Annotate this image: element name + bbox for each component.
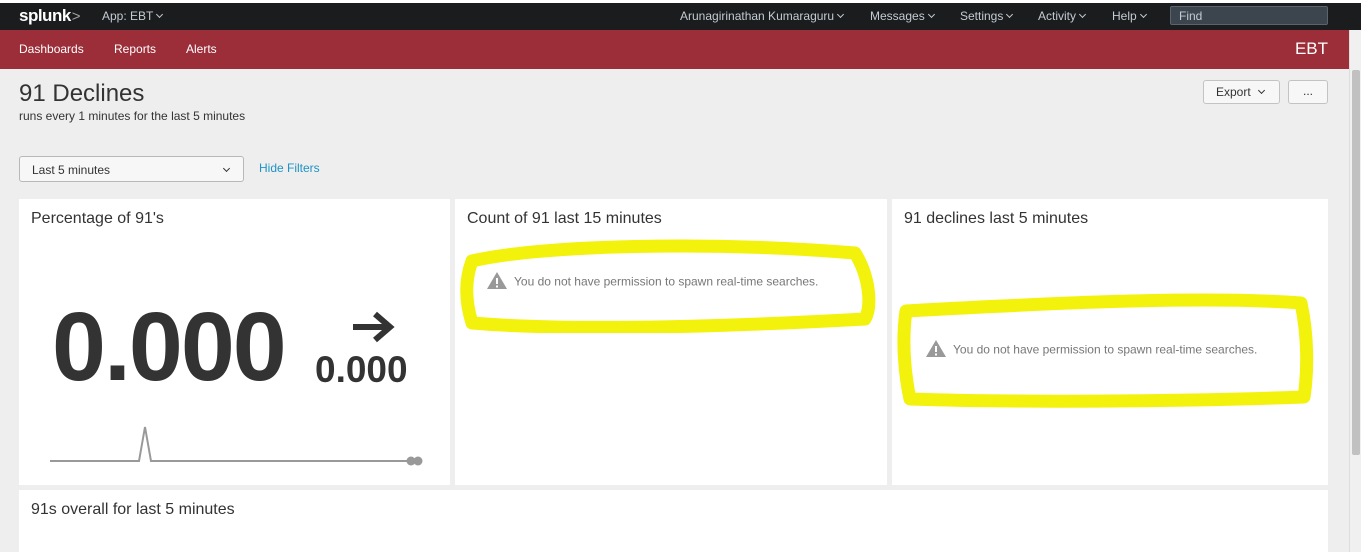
- export-button[interactable]: Export: [1203, 80, 1280, 104]
- arrow-right-icon: [353, 311, 395, 343]
- sparkline: [50, 426, 423, 466]
- chevron-down-icon: [837, 10, 845, 19]
- chevron-down-icon: [927, 10, 935, 19]
- app-bar: Dashboards Reports Alerts EBT: [0, 30, 1361, 69]
- chevron-down-icon: [1257, 86, 1265, 95]
- more-actions-button[interactable]: ...: [1288, 80, 1328, 104]
- chevron-down-icon: [1078, 10, 1087, 19]
- permission-warning: You do not have permission to spawn real…: [925, 340, 1257, 360]
- scrollbar-thumb[interactable]: [1352, 70, 1360, 455]
- nav-reports[interactable]: Reports: [114, 42, 156, 56]
- find-input[interactable]: Find: [1170, 6, 1328, 25]
- panel-title: Percentage of 91's: [31, 210, 164, 227]
- panel-percentage: Percentage of 91's 0.000 0.000: [19, 199, 450, 485]
- dashboard-title: 91 Declines: [19, 80, 145, 107]
- warning-icon: [926, 340, 946, 357]
- panel-declines-5min: 91 declines last 5 minutes You do not ha…: [892, 199, 1328, 485]
- panel-title: 91 declines last 5 minutes: [904, 210, 1089, 227]
- activity-menu[interactable]: Activity: [1038, 9, 1087, 23]
- chevron-down-icon: [222, 164, 231, 173]
- nav-dashboards[interactable]: Dashboards: [19, 42, 84, 56]
- top-system-bar: splunk> App: EBT Arunagirinathan Kumarag…: [0, 0, 1361, 30]
- time-range-dropdown[interactable]: Last 5 minutes: [19, 156, 244, 182]
- hide-filters-link[interactable]: Hide Filters: [259, 161, 320, 175]
- app-title: EBT: [1294, 39, 1328, 58]
- warning-icon: [487, 272, 507, 289]
- app-menu[interactable]: App: EBT: [102, 9, 164, 23]
- chevron-down-icon: [156, 10, 164, 19]
- chevron-down-icon: [1139, 10, 1147, 19]
- help-menu[interactable]: Help: [1112, 9, 1147, 23]
- dashboard-description: runs every 1 minutes for the last 5 minu…: [19, 109, 246, 123]
- single-value[interactable]: 0.000: [52, 291, 287, 403]
- splunk-logo[interactable]: splunk>: [19, 6, 81, 26]
- permission-warning: You do not have permission to spawn real…: [486, 272, 818, 292]
- panel-overall-5min: 91s overall for last 5 minutes: [19, 490, 1328, 552]
- nav-alerts[interactable]: Alerts: [186, 42, 217, 56]
- user-menu[interactable]: Arunagirinathan Kumaraguru: [680, 9, 845, 23]
- chevron-down-icon: [1006, 10, 1014, 19]
- messages-menu[interactable]: Messages: [870, 9, 935, 23]
- sparkline-point: [413, 456, 423, 466]
- panel-title: Count of 91 last 15 minutes: [467, 210, 662, 227]
- panel-title: 91s overall for last 5 minutes: [31, 501, 235, 518]
- settings-menu[interactable]: Settings: [960, 9, 1014, 23]
- delta-value: 0.000: [315, 349, 408, 390]
- vertical-scrollbar[interactable]: [1349, 30, 1361, 552]
- panel-count-15min: Count of 91 last 15 minutes You do not h…: [455, 199, 887, 485]
